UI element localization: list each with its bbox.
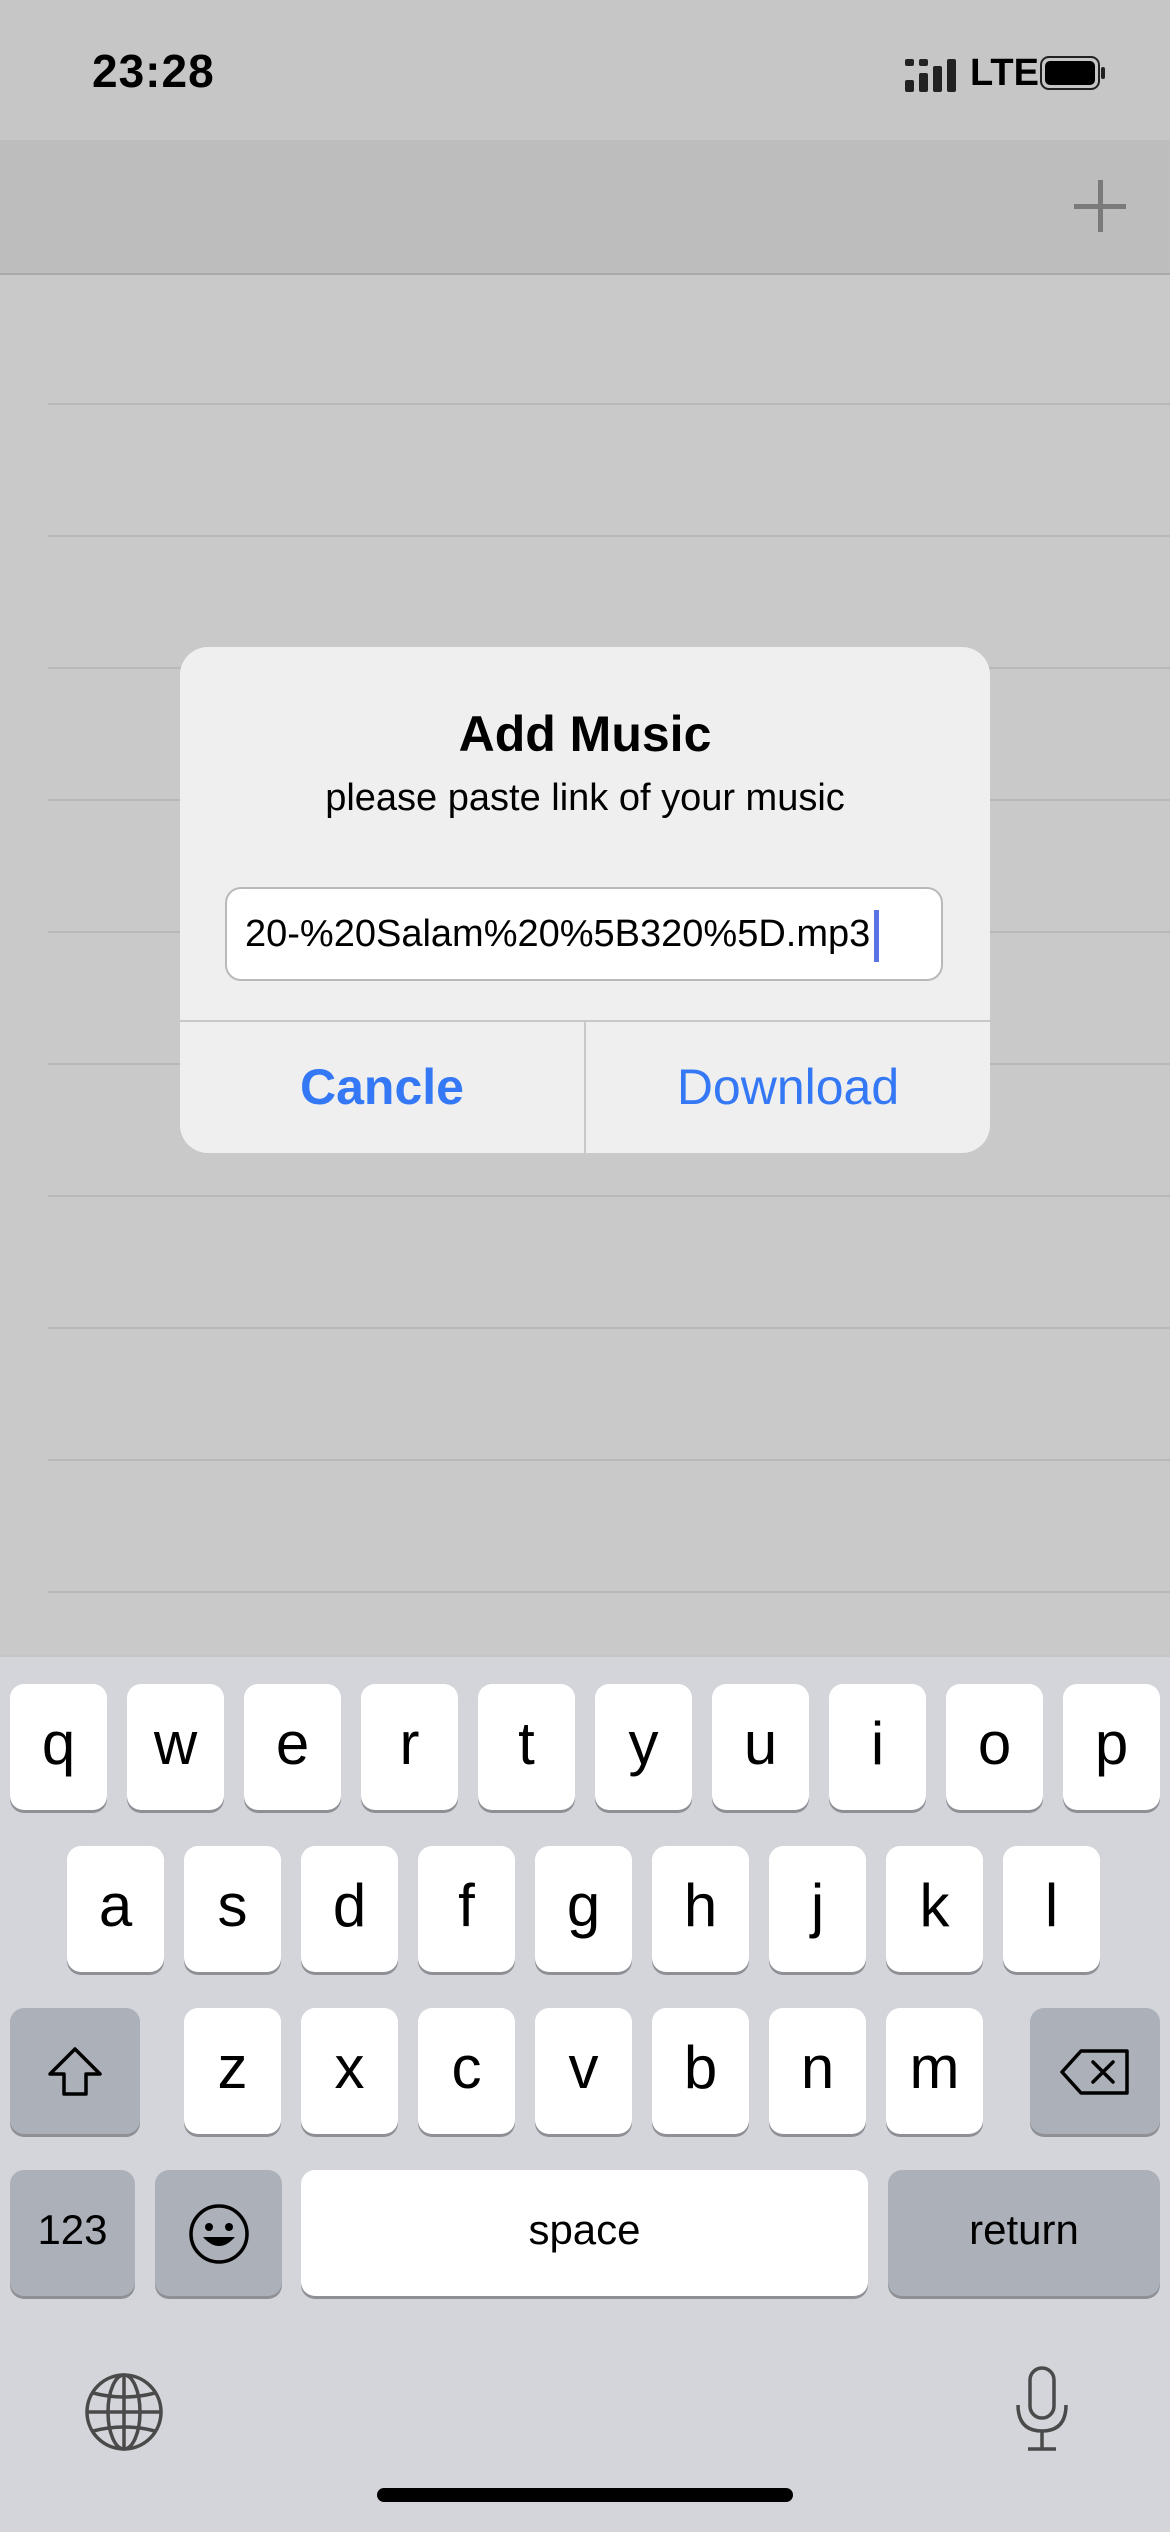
key-l[interactable]: l — [1003, 1846, 1100, 1972]
text-caret — [874, 909, 880, 962]
key-u[interactable]: u — [712, 1684, 809, 1810]
status-bar: 23:28 LTE — [0, 0, 1170, 140]
key-v[interactable]: v — [535, 2008, 632, 2134]
add-music-dialog: Add Music please paste link of your musi… — [180, 647, 990, 1153]
key-b[interactable]: b — [652, 2008, 749, 2134]
download-button[interactable]: Download — [586, 1022, 990, 1153]
key-h[interactable]: h — [652, 1846, 749, 1972]
dialog-title: Add Music — [458, 706, 712, 762]
add-icon[interactable] — [1070, 176, 1130, 236]
emoji-key[interactable] — [155, 2170, 282, 2296]
key-a[interactable]: a — [67, 1846, 164, 1972]
battery-icon — [1040, 56, 1105, 90]
music-link-value: 20-%20Salam%20%5B320%5D.mp3 — [245, 913, 871, 955]
key-z[interactable]: z — [184, 2008, 281, 2134]
key-p[interactable]: p — [1063, 1684, 1160, 1810]
key-e[interactable]: e — [244, 1684, 341, 1810]
key-o[interactable]: o — [946, 1684, 1043, 1810]
shift-icon — [48, 2047, 102, 2096]
key-s[interactable]: s — [184, 1846, 281, 1972]
key-d[interactable]: d — [301, 1846, 398, 1972]
key-t[interactable]: t — [478, 1684, 575, 1810]
music-link-input[interactable]: 20-%20Salam%20%5B320%5D.mp3 — [225, 887, 943, 981]
keyboard: q w e r t y u i o p a s d f g h j k l z … — [0, 1657, 1170, 2532]
status-time: 23:28 — [92, 45, 215, 97]
delete-key[interactable] — [1030, 2008, 1160, 2134]
key-x[interactable]: x — [301, 2008, 398, 2134]
emoji-icon — [188, 2204, 249, 2264]
space-key[interactable]: space — [301, 2170, 868, 2296]
key-i[interactable]: i — [829, 1684, 926, 1810]
home-indicator[interactable] — [377, 2488, 793, 2502]
signal-icon — [905, 59, 956, 92]
key-c[interactable]: c — [418, 2008, 515, 2134]
key-m[interactable]: m — [886, 2008, 983, 2134]
list-separator — [48, 535, 1170, 537]
key-j[interactable]: j — [769, 1846, 866, 1972]
delete-icon — [1060, 2049, 1129, 2095]
shift-key[interactable] — [10, 2008, 140, 2134]
key-y[interactable]: y — [595, 1684, 692, 1810]
dialog-message: please paste link of your music — [325, 777, 845, 819]
key-r[interactable]: r — [361, 1684, 458, 1810]
microphone-icon[interactable] — [1012, 2365, 1072, 2455]
network-label: LTE — [970, 52, 1039, 94]
globe-icon[interactable] — [83, 2371, 165, 2453]
list-separator — [48, 403, 1170, 405]
list-separator — [48, 1327, 1170, 1329]
list-separator — [48, 1591, 1170, 1593]
list-separator — [48, 1195, 1170, 1197]
key-q[interactable]: q — [10, 1684, 107, 1810]
key-g[interactable]: g — [535, 1846, 632, 1972]
key-n[interactable]: n — [769, 2008, 866, 2134]
navigation-bar — [0, 140, 1170, 275]
cancel-button[interactable]: Cancle — [180, 1022, 584, 1153]
numbers-key[interactable]: 123 — [10, 2170, 135, 2296]
key-k[interactable]: k — [886, 1846, 983, 1972]
key-w[interactable]: w — [127, 1684, 224, 1810]
return-key[interactable]: return — [888, 2170, 1160, 2296]
key-f[interactable]: f — [418, 1846, 515, 1972]
list-separator — [48, 1459, 1170, 1461]
